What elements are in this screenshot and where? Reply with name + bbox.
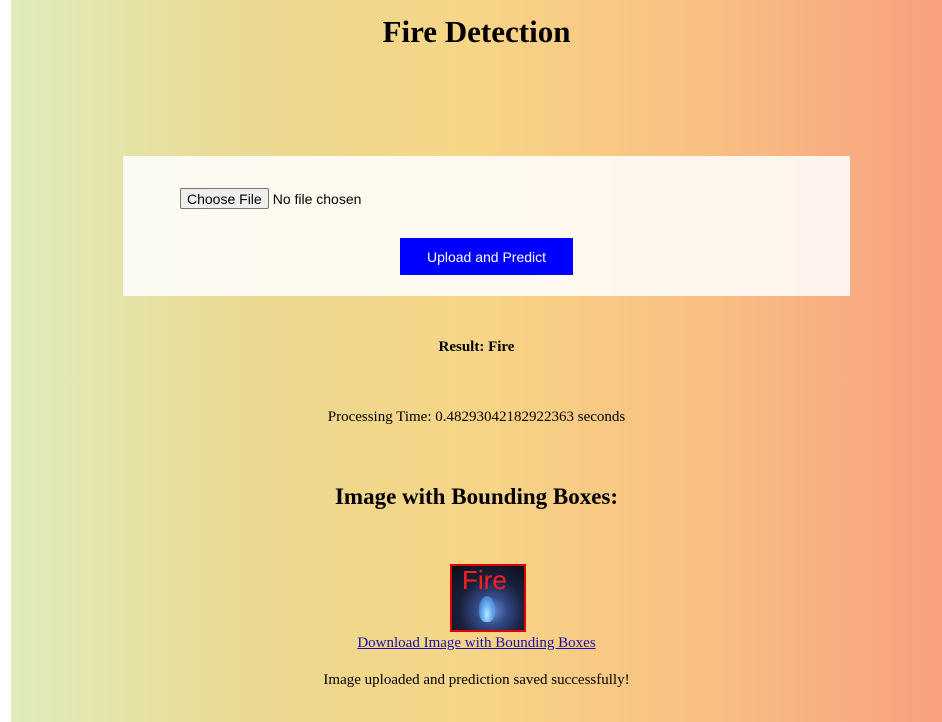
page-title: Fire Detection xyxy=(382,14,571,49)
file-status-text: No file chosen xyxy=(272,190,362,207)
fire-image-content xyxy=(479,596,495,622)
result-text: Result: Fire xyxy=(438,339,515,355)
bounding-box-label: Fire xyxy=(462,565,507,595)
upload-and-predict-button[interactable]: Upload and Predict xyxy=(400,238,573,275)
processing-time-text: Processing Time: 0.48293042182922363 sec… xyxy=(327,409,626,425)
bounding-boxes-heading: Image with Bounding Boxes: xyxy=(334,484,619,509)
file-input[interactable]: Choose File No file chosen xyxy=(180,188,361,209)
page-background: Fire Detection Choose File No file chose… xyxy=(11,0,942,722)
success-message: Image uploaded and prediction saved succ… xyxy=(323,672,630,688)
download-link-container: Download Image with Bounding Boxes xyxy=(11,635,942,652)
download-image-link[interactable]: Download Image with Bounding Boxes xyxy=(357,635,595,651)
result-image-thumbnail: Fire xyxy=(450,564,526,632)
choose-file-button[interactable]: Choose File xyxy=(180,188,269,209)
upload-form: Choose File No file chosen Upload and Pr… xyxy=(123,156,850,296)
